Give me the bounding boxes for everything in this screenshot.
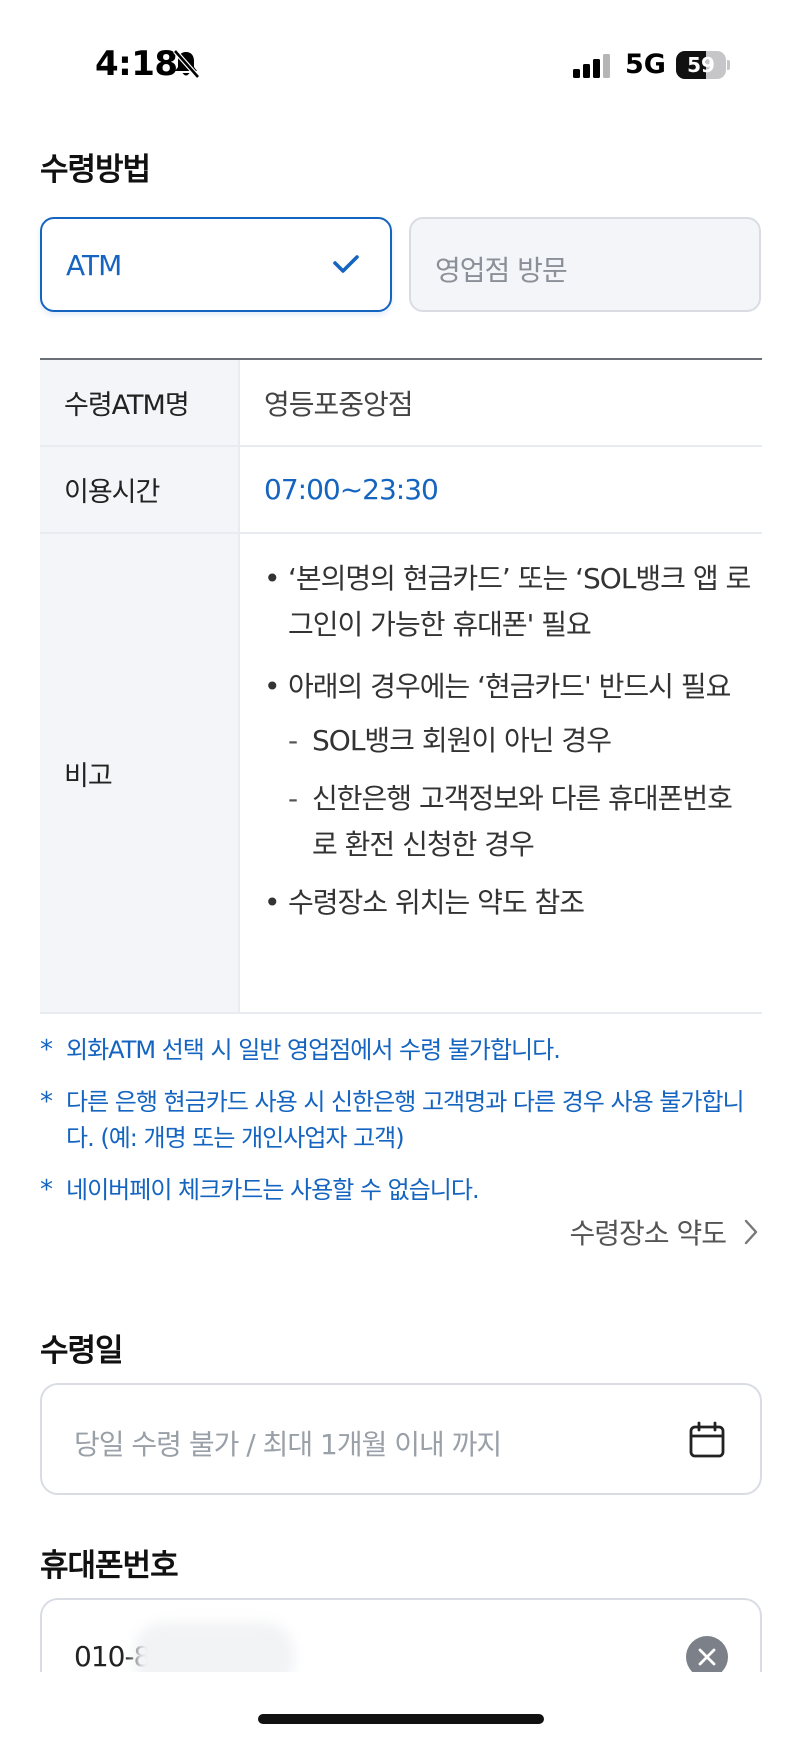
table-row: 이용시간 07:00~23:30	[40, 447, 762, 534]
method-option-label: ATM	[66, 249, 122, 282]
notice-item: 네이버페이 체크카드는 사용할 수 없습니다.	[40, 1172, 770, 1208]
check-icon	[333, 255, 359, 273]
map-link-label: 수령장소 약도	[569, 1217, 727, 1250]
phone-title: 휴대폰번호	[40, 1548, 179, 1584]
battery-icon: 59	[676, 51, 730, 79]
bottom-area	[0, 1672, 800, 1739]
battery-level: 59	[687, 53, 715, 77]
hours-label: 이용시간	[40, 447, 240, 532]
method-option-branch[interactable]: 영업점 방문	[409, 217, 761, 312]
note-bullet: 수령장소 위치는 약도 참조	[264, 880, 752, 926]
notes-label: 비고	[40, 534, 240, 1012]
notice-item: 외화ATM 선택 시 일반 영업점에서 수령 불가합니다.	[40, 1032, 770, 1068]
note-sub-item: 신한은행 고객정보와 다른 휴대폰번호로 환전 신청한 경우	[264, 776, 752, 868]
home-indicator[interactable]	[258, 1714, 544, 1724]
receipt-date-input[interactable]: 당일 수령 불가 / 최대 1개월 이내 까지	[40, 1383, 762, 1495]
calendar-icon[interactable]	[688, 1421, 726, 1459]
table-row: 수령ATM명 영등포중앙점	[40, 360, 762, 447]
signal-icon	[573, 54, 610, 78]
atm-name-value: 영등포중앙점	[264, 387, 414, 421]
note-bullet: ‘본의명의 현금카드’ 또는 ‘SOL뱅크 앱 로그인이 가능한 휴대폰' 필요	[264, 556, 752, 648]
close-icon	[698, 1648, 716, 1666]
bell-muted-icon	[173, 49, 200, 79]
receipt-date-title: 수령일	[40, 1333, 124, 1369]
status-bar: 4:18 5G 59	[0, 0, 800, 120]
status-time: 4:18	[95, 44, 178, 84]
notice-item: 다른 은행 현금카드 사용 시 신한은행 고객명과 다른 경우 사용 불가합니다…	[40, 1084, 770, 1156]
note-bullet: 아래의 경우에는 ‘현금카드' 반드시 필요	[264, 664, 752, 710]
map-link[interactable]: 수령장소 약도	[570, 1212, 758, 1252]
receipt-date-placeholder: 당일 수령 불가 / 최대 1개월 이내 까지	[74, 1428, 502, 1461]
atm-name-label: 수령ATM명	[40, 360, 240, 445]
notice-list: 외화ATM 선택 시 일반 영업점에서 수령 불가합니다. 다른 은행 현금카드…	[40, 1032, 770, 1224]
hours-value: 07:00~23:30	[264, 473, 439, 506]
method-title: 수령방법	[40, 152, 151, 188]
note-sub-item: SOL뱅크 회원이 아닌 경우	[264, 718, 752, 764]
chevron-right-icon	[744, 1219, 758, 1245]
table-row: 비고 ‘본의명의 현금카드’ 또는 ‘SOL뱅크 앱 로그인이 가능한 휴대폰'…	[40, 534, 762, 1014]
network-label: 5G	[625, 49, 666, 80]
method-option-label: 영업점 방문	[435, 254, 568, 287]
method-option-atm[interactable]: ATM	[40, 217, 392, 312]
atm-info-table: 수령ATM명 영등포중앙점 이용시간 07:00~23:30 비고 ‘본의명의 …	[40, 358, 762, 1014]
notes-content: ‘본의명의 현금카드’ 또는 ‘SOL뱅크 앱 로그인이 가능한 휴대폰' 필요…	[240, 534, 762, 1012]
